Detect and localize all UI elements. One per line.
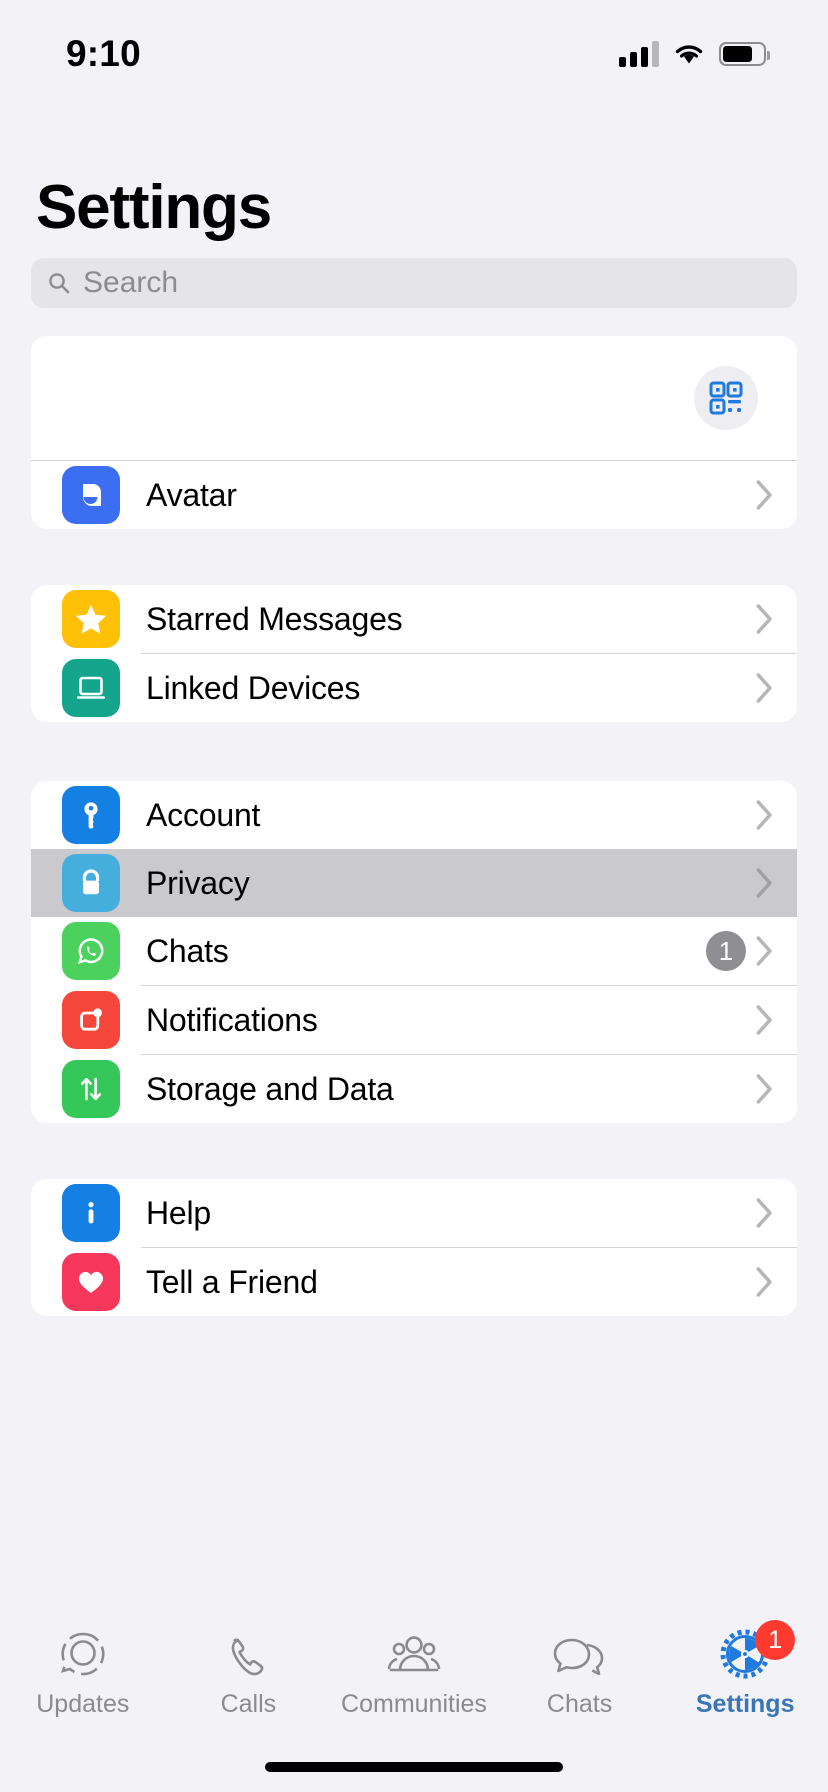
settings-row-starred-messages[interactable]: Starred Messages — [31, 585, 797, 653]
gear-icon: 1 — [717, 1620, 796, 1682]
profile-card: Avatar — [31, 336, 797, 529]
row-label: Privacy — [146, 864, 250, 901]
status-bar: 9:10 — [0, 0, 828, 108]
tab-updates[interactable]: Updates — [0, 1618, 166, 1738]
notification-bell-icon — [62, 991, 120, 1049]
whatsapp-settings-screen: 9:10 Settings Search Avatar Starred Mess… — [0, 0, 828, 1792]
profile-row[interactable] — [31, 336, 797, 460]
tab-badge: 1 — [755, 1620, 796, 1660]
laptop-icon — [62, 659, 120, 717]
account-card: Account Privacy Chats 1 Notifications St… — [31, 781, 797, 1123]
settings-row-account[interactable]: Account — [31, 781, 797, 849]
wifi-icon — [675, 45, 703, 64]
row-label: Starred Messages — [146, 600, 403, 637]
page-title: Settings — [36, 173, 272, 242]
tab-label: Communities — [341, 1690, 487, 1718]
phone-icon — [222, 1624, 274, 1682]
lock-icon — [62, 854, 120, 912]
tab-label: Settings — [695, 1690, 795, 1718]
chevron-right-icon — [756, 868, 772, 898]
chat-bubbles-icon — [550, 1624, 610, 1682]
status-badge: 1 — [706, 931, 746, 971]
tab-calls[interactable]: Calls — [166, 1618, 332, 1738]
status-time: 9:10 — [66, 33, 141, 74]
key-icon — [62, 786, 120, 844]
chevron-right-icon — [756, 800, 772, 830]
chevron-right-icon — [756, 1074, 772, 1104]
settings-row-notifications[interactable]: Notifications — [31, 986, 797, 1054]
tab-label: Calls — [220, 1690, 277, 1718]
chevron-right-icon — [756, 1267, 772, 1297]
row-label: Storage and Data — [146, 1070, 394, 1107]
tab-chats[interactable]: Chats — [497, 1618, 663, 1738]
chevron-right-icon — [756, 936, 772, 966]
row-label: Avatar — [146, 476, 237, 513]
row-label: Help — [146, 1194, 212, 1231]
settings-row-avatar[interactable]: Avatar — [31, 461, 797, 529]
battery-icon — [719, 42, 770, 66]
search-input[interactable]: Search — [31, 258, 797, 308]
chevron-right-icon — [756, 673, 772, 703]
search-icon — [49, 273, 70, 294]
signal-bars-icon — [619, 41, 659, 67]
status-updates-icon — [55, 1624, 111, 1682]
tab-settings[interactable]: 1 Settings — [662, 1618, 828, 1738]
row-label: Linked Devices — [146, 669, 361, 706]
bottom-tab-bar: Updates Calls Communities Chats 1 Settin… — [0, 1618, 828, 1738]
row-label: Chats — [146, 932, 229, 969]
settings-row-tell-a-friend[interactable]: Tell a Friend — [31, 1248, 797, 1316]
chevron-right-icon — [756, 1005, 772, 1035]
settings-row-privacy[interactable]: Privacy — [31, 849, 797, 917]
qr-code-icon — [709, 381, 743, 415]
communities-icon — [385, 1624, 443, 1682]
chevron-right-icon — [756, 1198, 772, 1228]
messages-card: Starred Messages Linked Devices — [31, 585, 797, 722]
search-placeholder: Search — [83, 266, 179, 299]
whatsapp-chat-icon — [62, 922, 120, 980]
status-indicators — [619, 41, 770, 67]
avatar-icon — [62, 466, 120, 524]
tab-label: Chats — [546, 1690, 613, 1718]
settings-row-chats[interactable]: Chats 1 — [31, 917, 797, 985]
help-card: Help Tell a Friend — [31, 1179, 797, 1316]
chevron-right-icon — [756, 604, 772, 634]
info-icon — [62, 1184, 120, 1242]
star-icon — [62, 590, 120, 648]
tab-communities[interactable]: Communities — [331, 1618, 497, 1738]
settings-row-help[interactable]: Help — [31, 1179, 797, 1247]
heart-icon — [62, 1253, 120, 1311]
tab-label: Updates — [36, 1690, 130, 1718]
home-indicator — [265, 1762, 563, 1772]
arrows-updown-icon — [62, 1060, 120, 1118]
qr-code-button[interactable] — [694, 366, 758, 430]
row-label: Account — [146, 796, 261, 833]
row-label: Tell a Friend — [146, 1263, 318, 1300]
chevron-right-icon — [756, 480, 772, 510]
settings-row-storage-and-data[interactable]: Storage and Data — [31, 1055, 797, 1123]
row-label: Notifications — [146, 1001, 318, 1038]
settings-row-linked-devices[interactable]: Linked Devices — [31, 654, 797, 722]
